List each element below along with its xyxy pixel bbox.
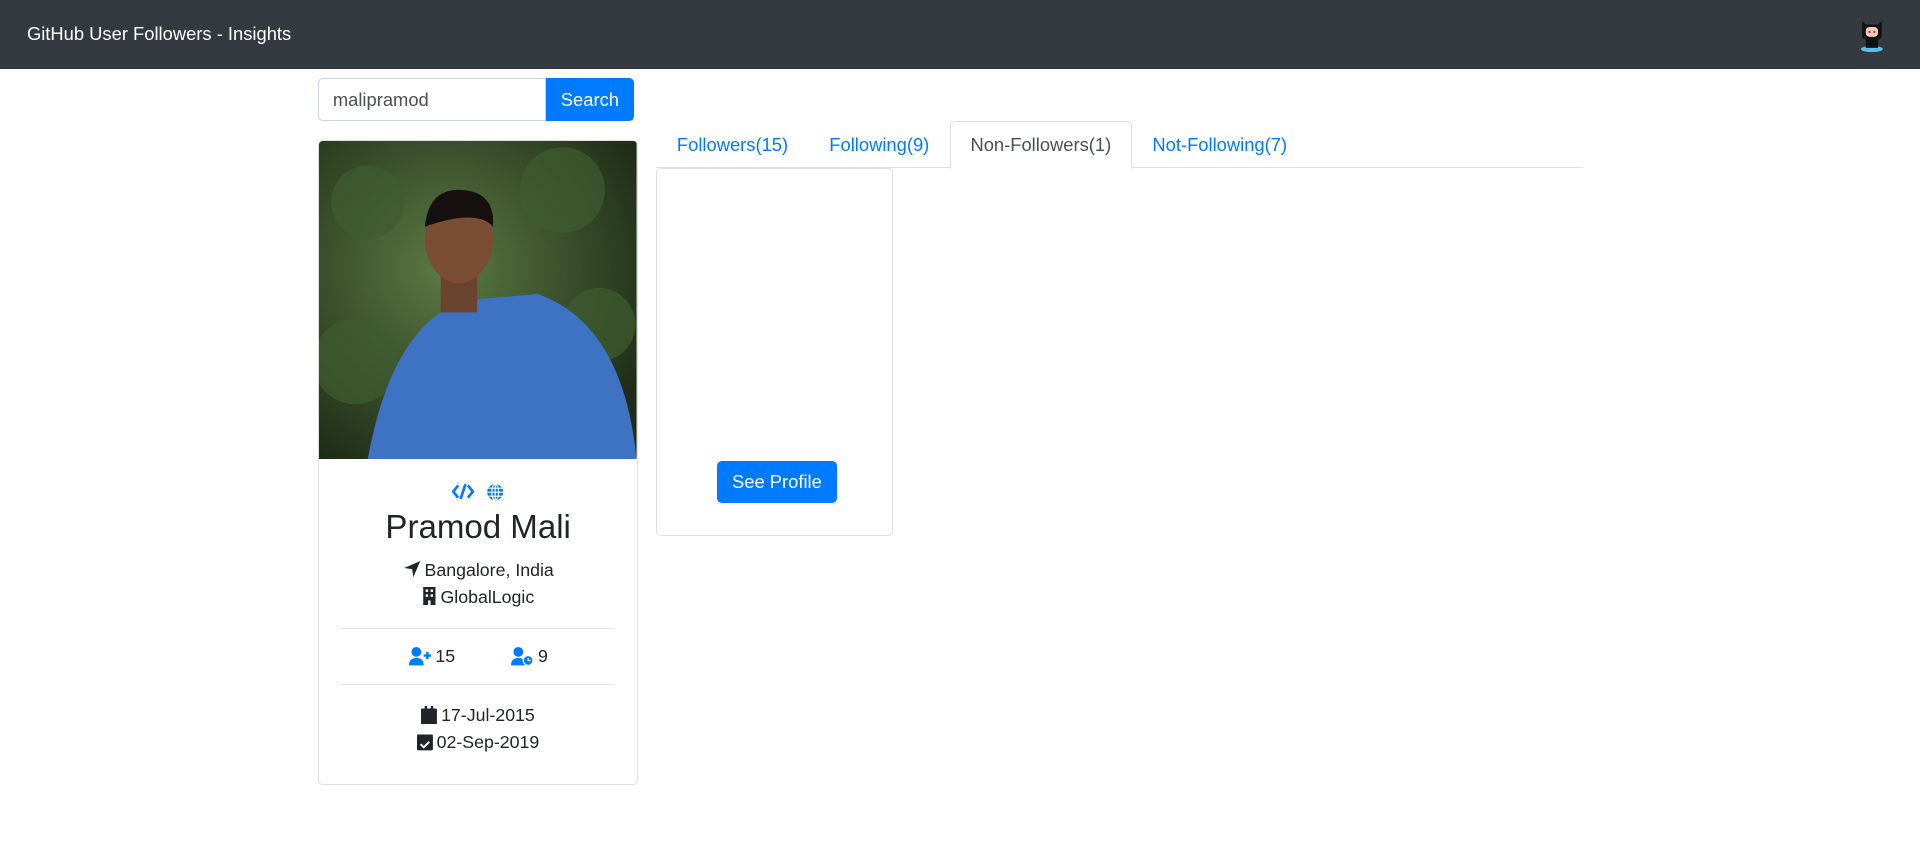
code-icon[interactable] (451, 483, 475, 506)
building-icon (423, 587, 436, 606)
user-card: See Profile (656, 167, 893, 537)
user-plus-icon (408, 647, 431, 666)
following-count: 9 (537, 646, 548, 667)
user-clock-icon (511, 647, 534, 667)
tab-following[interactable]: Following(9) (809, 121, 950, 166)
updated-date: 02-Sep-2019 (436, 732, 540, 753)
search-button[interactable]: Search (546, 78, 634, 122)
created-date: 17-Jul-2015 (441, 705, 535, 726)
see-profile-button[interactable]: See Profile (717, 461, 837, 503)
created-row: 17-Jul-2015 (319, 702, 637, 729)
search-form: Search (318, 78, 634, 122)
updated-row: 02-Sep-2019 (319, 729, 637, 756)
globe-icon[interactable] (486, 483, 504, 506)
company-row: GlobalLogic (319, 584, 637, 611)
username-input[interactable] (318, 78, 547, 122)
location-row: Bangalore, India (319, 557, 637, 584)
divider (341, 628, 615, 629)
tab-not-following[interactable]: Not-Following(7) (1132, 121, 1308, 166)
company-text: GlobalLogic (440, 586, 535, 607)
calendar-check-icon (417, 734, 433, 751)
following-stat: 9 (511, 646, 548, 667)
followers-stat: 15 (408, 646, 456, 667)
tab-non-followers[interactable]: Non-Followers(1) (949, 121, 1132, 169)
tab-followers[interactable]: Followers(15) (656, 121, 808, 166)
divider (341, 684, 615, 686)
tab-bar: Followers(15) Following(9) Non-Followers… (656, 121, 1584, 169)
profile-name: Pramod Mali (385, 509, 571, 547)
location-arrow-icon (403, 561, 420, 578)
profile-card: Pramod Mali Bangalore, India GlobalLogic… (318, 139, 638, 785)
calendar-icon (421, 705, 438, 724)
location-text: Bangalore, India (424, 560, 554, 580)
followers-count: 15 (435, 646, 456, 667)
octocat-icon[interactable] (1856, 16, 1888, 53)
navbar: GitHub User Followers - Insights (0, 0, 1920, 69)
app-title[interactable]: GitHub User Followers - Insights (27, 23, 291, 45)
profile-photo (319, 140, 637, 459)
